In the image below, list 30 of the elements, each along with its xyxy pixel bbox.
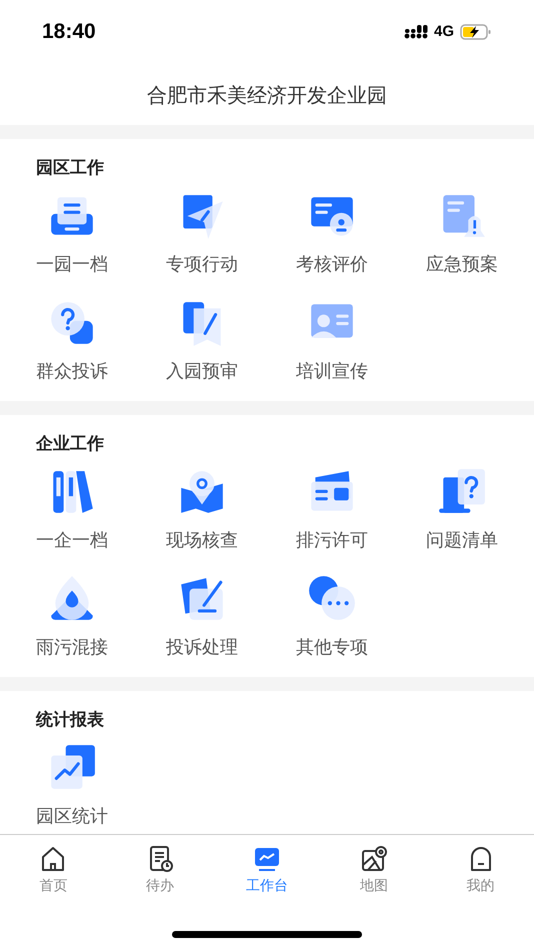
feature-button[interactable]: 其他专项 — [267, 570, 397, 677]
monitor-chart-icon — [252, 845, 281, 873]
feature-button[interactable]: 群众投诉 — [7, 294, 137, 401]
feature-button[interactable]: 现场核查 — [137, 463, 267, 570]
tab[interactable]: 地图 — [320, 835, 428, 905]
battery-charging-icon — [460, 24, 492, 40]
signal-icon — [404, 25, 428, 39]
tab[interactable]: 首页 — [0, 835, 107, 905]
feature-button[interactable]: 一企一档 — [7, 463, 137, 570]
feature-button[interactable]: 应急预案 — [397, 187, 527, 294]
feature-button[interactable]: 投诉处理 — [137, 570, 267, 677]
section-title: 企业工作 — [34, 433, 105, 455]
feature-button[interactable]: 问题清单 — [397, 463, 527, 570]
feature-button[interactable]: 雨污混接 — [7, 570, 137, 677]
clock: 18:40 — [42, 19, 96, 46]
feature-button[interactable]: 园区统计 — [7, 739, 137, 834]
feature-button[interactable]: 培训宣传 — [267, 294, 397, 401]
map-pin-icon — [360, 845, 388, 873]
tab[interactable]: 我的 — [427, 835, 534, 905]
section-title: 统计报表 — [34, 709, 105, 731]
page-title: 合肥市禾美经济开发企业园 — [147, 84, 387, 108]
tab[interactable]: 工作台 — [214, 835, 320, 905]
feature-button[interactable]: 入园预审 — [137, 294, 267, 401]
feature-button[interactable]: 考核评价 — [267, 187, 397, 294]
feature-button[interactable]: 排污许可 — [267, 463, 397, 570]
section-title: 园区工作 — [35, 157, 105, 179]
feature-button[interactable]: 专项行动 — [137, 187, 267, 294]
tab[interactable]: 待办 — [106, 835, 214, 905]
feature-button[interactable]: 一园一档 — [7, 187, 137, 294]
network-label: 4G — [434, 22, 454, 42]
